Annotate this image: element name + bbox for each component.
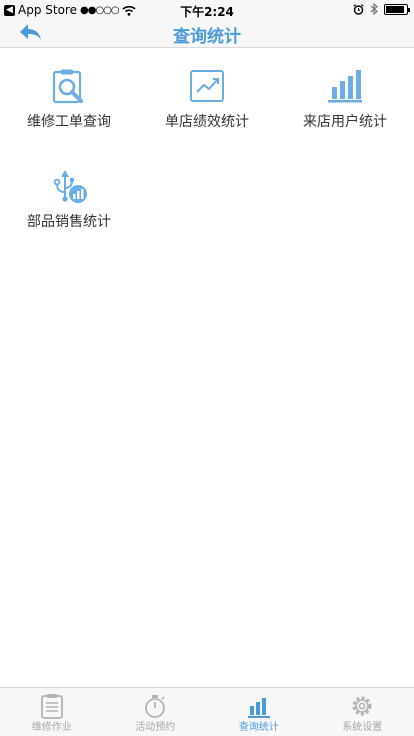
alarm-icon	[353, 3, 364, 15]
menu-item-label: 单店绩效统计	[165, 114, 249, 130]
clipboard-search-icon	[52, 69, 83, 104]
menu-item-label: 维修工单查询	[27, 114, 111, 130]
status-bar: ◀ App Store ●●○○○ 下午2:24	[0, 0, 414, 20]
page-title: 查询统计	[173, 27, 241, 47]
tab-event-booking[interactable]: 活动预约	[104, 688, 208, 736]
battery-icon	[384, 3, 410, 15]
stopwatch-icon	[145, 695, 166, 718]
menu-item-label: 来店用户统计	[303, 114, 387, 130]
menu-item-parts-sales[interactable]: 部品销售统计	[0, 149, 138, 249]
bar-chart-icon	[328, 70, 362, 103]
tab-bar: 维修作业 活动预约 查询统计 系统设置	[0, 687, 414, 736]
status-bar-right	[353, 3, 410, 15]
bluetooth-icon	[370, 3, 378, 15]
bar-chart-icon	[247, 698, 270, 718]
tab-repair-work[interactable]: 维修作业	[0, 688, 104, 736]
menu-item-store-performance[interactable]: 单店绩效统计	[138, 49, 276, 149]
menu-item-repair-order-query[interactable]: 维修工单查询	[0, 49, 138, 149]
nav-bar: 查询统计	[0, 20, 414, 48]
menu-item-label: 部品销售统计	[27, 214, 111, 230]
status-time: 下午2:24	[180, 5, 234, 19]
clipboard-icon	[40, 694, 63, 719]
menu-item-visitor-statistics[interactable]: 来店用户统计	[276, 49, 414, 149]
tab-label: 活动预约	[135, 722, 176, 733]
trend-chart-icon	[190, 70, 224, 102]
gear-icon	[352, 696, 372, 716]
tab-label: 查询统计	[238, 722, 279, 733]
battery-level	[386, 5, 404, 13]
tab-label: 维修作业	[31, 722, 72, 733]
tab-query-statistics[interactable]: 查询统计	[207, 688, 311, 736]
tab-system-settings[interactable]: 系统设置	[311, 688, 414, 736]
tab-label: 系统设置	[342, 722, 383, 733]
usb-chart-icon	[53, 170, 87, 203]
